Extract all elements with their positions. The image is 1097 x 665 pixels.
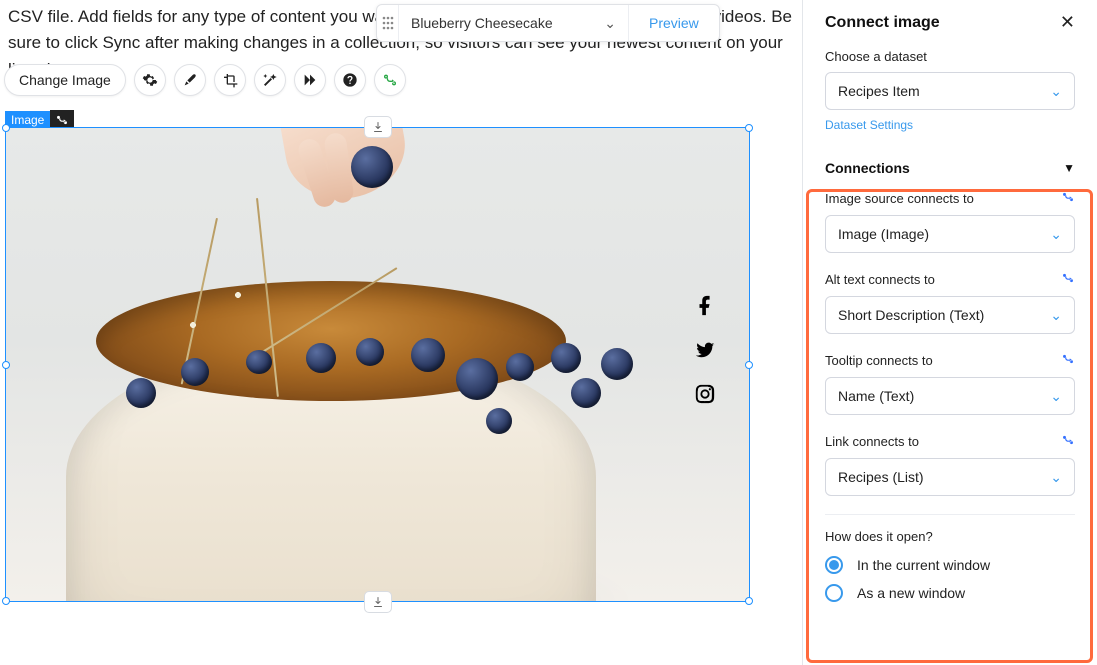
- connection-section: Alt text connects to Short Description (T…: [825, 271, 1075, 334]
- change-image-button[interactable]: Change Image: [4, 64, 126, 96]
- connection-value: Recipes (List): [838, 469, 924, 485]
- connect-icon[interactable]: [374, 64, 406, 96]
- connection-section: Tooltip connects to Name (Text) ⌄: [825, 352, 1075, 415]
- radio-icon: [825, 584, 843, 602]
- chevron-down-icon: ⌄: [1050, 469, 1062, 486]
- connection-section: Link connects to Recipes (List) ⌄: [825, 433, 1075, 496]
- open-option[interactable]: As a new window: [825, 584, 1075, 602]
- connect-icon[interactable]: [1061, 352, 1075, 369]
- preview-link[interactable]: Preview: [629, 5, 719, 41]
- connections-header[interactable]: Connections ▼: [825, 160, 1075, 176]
- resize-handle[interactable]: [745, 361, 753, 369]
- item-selector-value: Blueberry Cheesecake: [411, 15, 553, 31]
- open-question: How does it open?: [825, 529, 1075, 544]
- dataset-label: Choose a dataset: [825, 49, 1075, 64]
- chevron-down-icon: ⌄: [604, 15, 616, 32]
- connect-icon[interactable]: [1061, 190, 1075, 207]
- image-tools-row: Change Image: [4, 64, 406, 96]
- resize-handle[interactable]: [2, 124, 10, 132]
- divider: [825, 514, 1075, 515]
- open-option-label: As a new window: [857, 585, 965, 601]
- image-content: [6, 128, 749, 601]
- crop-icon[interactable]: [214, 64, 246, 96]
- dataset-select[interactable]: Recipes Item ⌄: [825, 72, 1075, 110]
- stretch-handle-bottom[interactable]: [364, 591, 392, 613]
- connection-value: Short Description (Text): [838, 307, 984, 323]
- animation-icon[interactable]: [294, 64, 326, 96]
- dataset-value: Recipes Item: [838, 83, 920, 99]
- connect-icon[interactable]: [1061, 433, 1075, 450]
- chevron-down-icon: ⌄: [1050, 83, 1062, 100]
- connection-select[interactable]: Recipes (List) ⌄: [825, 458, 1075, 496]
- stretch-handle-top[interactable]: [364, 116, 392, 138]
- item-selector[interactable]: Blueberry Cheesecake ⌄: [399, 5, 629, 41]
- chevron-down-icon: ⌄: [1050, 388, 1062, 405]
- chevron-down-icon: ⌄: [1050, 307, 1062, 324]
- dynamic-page-toolbar: Blueberry Cheesecake ⌄ Preview: [376, 4, 720, 42]
- facebook-icon[interactable]: [694, 295, 716, 317]
- brush-icon[interactable]: [174, 64, 206, 96]
- connection-label: Link connects to: [825, 434, 919, 449]
- resize-handle[interactable]: [745, 124, 753, 132]
- connection-select[interactable]: Name (Text) ⌄: [825, 377, 1075, 415]
- social-icons: [694, 295, 716, 405]
- chevron-down-icon: ⌄: [1050, 226, 1062, 243]
- connections-label: Connections: [825, 160, 910, 176]
- connect-icon[interactable]: [1061, 271, 1075, 288]
- magic-icon[interactable]: [254, 64, 286, 96]
- connection-select[interactable]: Image (Image) ⌄: [825, 215, 1075, 253]
- radio-icon: [825, 556, 843, 574]
- resize-handle[interactable]: [2, 361, 10, 369]
- drag-handle-icon[interactable]: [377, 5, 399, 41]
- settings-icon[interactable]: [134, 64, 166, 96]
- twitter-icon[interactable]: [694, 339, 716, 361]
- connection-value: Image (Image): [838, 226, 929, 242]
- open-option-label: In the current window: [857, 557, 990, 573]
- selected-image-frame[interactable]: [5, 127, 750, 602]
- connection-label: Tooltip connects to: [825, 353, 933, 368]
- instagram-icon[interactable]: [694, 383, 716, 405]
- connection-label: Alt text connects to: [825, 272, 935, 287]
- connection-value: Name (Text): [838, 388, 914, 404]
- resize-handle[interactable]: [2, 597, 10, 605]
- connection-select[interactable]: Short Description (Text) ⌄: [825, 296, 1075, 334]
- close-icon[interactable]: ✕: [1060, 12, 1075, 33]
- caret-down-icon: ▼: [1063, 161, 1075, 175]
- resize-handle[interactable]: [745, 597, 753, 605]
- open-option[interactable]: In the current window: [825, 556, 1075, 574]
- panel-title: Connect image: [825, 14, 940, 32]
- connection-label: Image source connects to: [825, 191, 974, 206]
- dataset-settings-link[interactable]: Dataset Settings: [825, 118, 913, 132]
- connect-image-panel: Connect image ✕ Choose a dataset Recipes…: [802, 0, 1097, 665]
- help-icon[interactable]: [334, 64, 366, 96]
- connection-section: Image source connects to Image (Image) ⌄: [825, 190, 1075, 253]
